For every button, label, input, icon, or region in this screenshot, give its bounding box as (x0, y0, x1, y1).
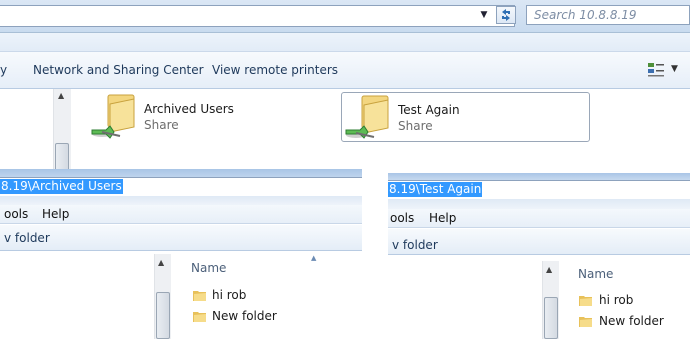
menu-help[interactable]: Help (42, 207, 69, 221)
refresh-icon (502, 9, 510, 21)
change-view-icon (648, 63, 664, 77)
item-name: New folder (599, 314, 664, 328)
item-name: hi rob (212, 288, 247, 302)
scroll-thumb[interactable] (156, 292, 170, 339)
shared-folder-icon (91, 94, 135, 139)
folder-icon (579, 317, 592, 327)
archived-users-window: 8.19\Archived Users ools Help v folder ▲… (0, 169, 362, 339)
scroll-thumb[interactable] (544, 297, 558, 339)
nav-strip (388, 199, 690, 209)
address-dropdown-icon[interactable]: ▼ (476, 7, 492, 23)
toolbar: v folder (0, 225, 362, 251)
address-bar[interactable]: 8.19\Test Again (388, 180, 690, 200)
navigation-scrollbar[interactable]: ▲ (542, 261, 560, 339)
test-again-window: 8.19\Test Again ools Help v folder ▲ Nam… (388, 173, 690, 339)
folder-icon (193, 291, 206, 301)
menu-strip (0, 33, 690, 52)
list-item[interactable]: New folder (193, 309, 353, 325)
navigation-scrollbar[interactable]: ▲ (154, 254, 172, 339)
command-partial-item[interactable]: y (0, 63, 7, 77)
new-folder-button[interactable]: v folder (4, 231, 50, 245)
window-titlebar (388, 173, 690, 180)
share-tile-archived-users[interactable]: Archived Users Share (90, 92, 330, 142)
menu-help[interactable]: Help (429, 211, 456, 225)
share-type: Share (144, 118, 179, 132)
view-options-button[interactable] (647, 61, 667, 79)
address-text[interactable]: 8.19\Archived Users (0, 179, 123, 194)
scroll-up-icon[interactable]: ▲ (58, 91, 64, 100)
list-item[interactable]: New folder (579, 314, 689, 330)
column-header-name[interactable]: Name (191, 261, 226, 275)
item-name: New folder (212, 309, 277, 323)
column-header-name[interactable]: Name (578, 267, 613, 281)
shared-folder-icon (345, 95, 389, 139)
share-name: Archived Users (144, 102, 234, 116)
sort-ascending-icon: ▲ (311, 254, 317, 262)
network-sharing-center-button[interactable]: Network and Sharing Center (33, 63, 204, 77)
view-dropdown-icon[interactable]: ▼ (671, 64, 678, 74)
menu-tools[interactable]: ools (4, 207, 28, 221)
shares-scrollbar[interactable]: ▲ (53, 89, 71, 173)
list-item[interactable]: hi rob (579, 293, 689, 309)
nav-strip (0, 196, 362, 205)
toolbar: v folder (388, 229, 690, 255)
search-input[interactable]: Search 10.8.8.19 (526, 5, 690, 25)
item-name: hi rob (599, 293, 634, 307)
address-text[interactable]: 8.19\Test Again (388, 182, 483, 197)
share-type: Share (398, 119, 433, 133)
share-tile-test-again[interactable]: Test Again Share (341, 92, 590, 142)
share-name: Test Again (398, 103, 460, 117)
folder-icon (193, 312, 206, 322)
folder-icon (579, 296, 592, 306)
menu-bar: ools Help (388, 209, 690, 228)
new-folder-button[interactable]: v folder (392, 238, 438, 252)
file-list: Name ▲ hi rob New folder (171, 254, 362, 339)
scroll-up-icon[interactable]: ▲ (158, 258, 164, 267)
address-bar[interactable] (0, 5, 515, 27)
address-bar[interactable]: 8.19\Archived Users (0, 177, 362, 197)
refresh-button[interactable] (496, 6, 516, 24)
list-item[interactable]: hi rob (193, 288, 353, 304)
menu-tools[interactable]: ools (390, 211, 414, 225)
scroll-up-icon[interactable]: ▲ (546, 265, 552, 274)
file-list: Name hi rob New folder (559, 261, 690, 339)
view-remote-printers-button[interactable]: View remote printers (212, 63, 338, 77)
menu-bar: ools Help (0, 205, 362, 224)
